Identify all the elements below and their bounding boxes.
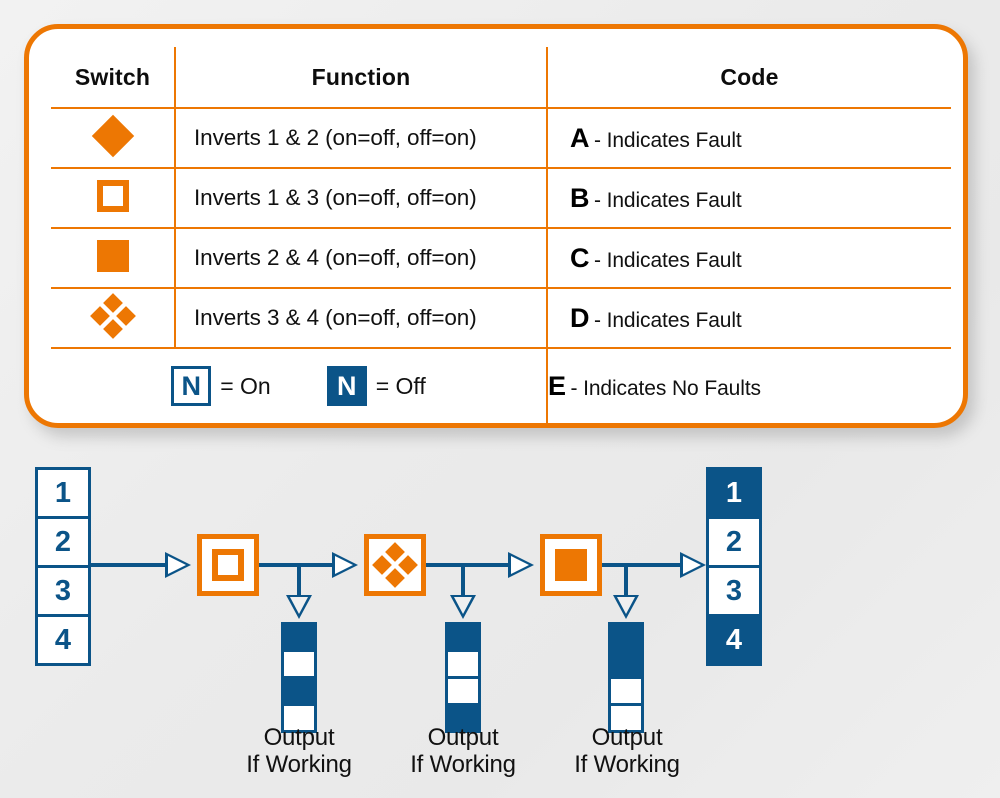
output-switch-4: 4 [706, 614, 762, 666]
output-indicator-1 [281, 622, 317, 733]
header-function: Function [175, 47, 548, 108]
tap-wire-output-1 [297, 563, 301, 597]
output-indicator-2-cell-3 [445, 676, 481, 706]
code-cell: D - Indicates Fault [547, 288, 951, 349]
header-code: Code [720, 63, 779, 90]
hollow-square-icon [96, 179, 129, 212]
wire-gate-3-to-output [602, 563, 692, 567]
output-indicator-3 [608, 622, 644, 733]
switch-function-code-table: Switch Function Code Inverts 1 & 2 (on=o… [51, 47, 951, 423]
code-letter: D [570, 302, 590, 333]
output-label-1: Output If Working [204, 724, 394, 779]
on-off-legend: N = On N = Off [51, 348, 548, 423]
output-indicator-2-cell-2 [445, 649, 481, 679]
legend-on: N = On [171, 366, 271, 406]
function-cell: Inverts 2 & 4 (on=off, off=on) [175, 228, 548, 289]
function-text: Inverts 1 & 2 (on=off, off=on) [194, 125, 477, 150]
function-text: Inverts 3 & 4 (on=off, off=on) [194, 305, 477, 330]
output-indicator-2 [445, 622, 481, 733]
solid-square-icon [555, 549, 587, 581]
gate-solid-square [540, 534, 602, 596]
code-cell: E - Indicates No Faults [547, 348, 951, 423]
legend-on-label: = On [220, 372, 271, 399]
output-label-2-line1: Output [427, 724, 499, 751]
tap-wire-output-2 [461, 563, 465, 597]
code-letter: B [570, 182, 590, 213]
function-cell: Inverts 1 & 2 (on=off, off=on) [175, 107, 548, 169]
table-header-row: Switch Function Code [51, 47, 951, 108]
hollow-square-icon [212, 549, 244, 581]
function-text: Inverts 1 & 3 (on=off, off=on) [194, 185, 477, 210]
output-indicator-3-cell-1 [608, 622, 644, 652]
output-label-3-line2: If Working [574, 751, 680, 779]
switch-off-icon: N [326, 366, 367, 406]
input-switch-2: 2 [35, 516, 91, 568]
output-label-2: Output If Working [368, 724, 558, 779]
code-cell: B - Indicates Fault [547, 168, 951, 229]
gate-hollow-square [197, 534, 259, 596]
switch-symbol-cell [51, 288, 176, 349]
output-indicator-1-cell-2 [281, 649, 317, 679]
output-indicator-1-cell-3 [281, 676, 317, 706]
switch-on-icon: N [171, 366, 212, 406]
code-description: - Indicates Fault [593, 308, 742, 332]
output-label-1-line2: If Working [246, 751, 352, 779]
code-description: - Indicates Fault [593, 248, 742, 272]
output-switch-1: 1 [706, 467, 762, 519]
output-label-3-line1: Output [591, 724, 663, 751]
function-text: Inverts 2 & 4 (on=off, off=on) [194, 245, 477, 270]
solid-diamond-icon [91, 114, 134, 157]
arrow-down-output-1 [286, 595, 312, 619]
diamond-cluster-icon [372, 542, 418, 588]
function-cell: Inverts 1 & 3 (on=off, off=on) [175, 168, 548, 229]
table-row: Inverts 2 & 4 (on=off, off=on) C - Indic… [51, 228, 951, 289]
arrow-down-output-2 [450, 595, 476, 619]
switch-reference-card: Switch Function Code Inverts 1 & 2 (on=o… [24, 24, 968, 428]
output-switch-3: 3 [706, 565, 762, 617]
switch-symbol-cell [51, 168, 176, 229]
table-row: Inverts 1 & 2 (on=off, off=on) A - Indic… [51, 107, 951, 169]
wire-gate-2-to-gate-3 [426, 563, 520, 567]
input-switch-3: 3 [35, 565, 91, 617]
output-label-2-line2: If Working [410, 751, 516, 779]
code-letter: A [570, 122, 590, 153]
output-indicator-3-cell-2 [608, 649, 644, 679]
header-switch: Switch [51, 47, 176, 108]
table-row: Inverts 1 & 3 (on=off, off=on) B - Indic… [51, 168, 951, 229]
gate-diamond-cluster [364, 534, 426, 596]
arrow-into-gate-1 [165, 552, 191, 578]
output-indicator-3-cell-3 [608, 676, 644, 706]
code-cell: C - Indicates Fault [547, 228, 951, 289]
code-letter: E [548, 370, 567, 401]
signal-flow-diagram: 1 2 3 4 1 2 3 4 Output If Working Output… [0, 440, 1000, 798]
switch-symbol-cell [51, 107, 176, 169]
code-description: - Indicates Fault [593, 188, 742, 212]
arrow-into-output-stack [680, 552, 706, 578]
input-switch-stack: 1 2 3 4 [35, 467, 91, 666]
legend-off: N = Off [326, 366, 426, 406]
switch-symbol-cell [51, 228, 176, 289]
arrow-down-output-3 [613, 595, 639, 619]
output-label-3: Output If Working [532, 724, 722, 779]
code-cell: A - Indicates Fault [547, 107, 951, 169]
table-row: Inverts 3 & 4 (on=off, off=on) D - Indic… [51, 288, 951, 349]
code-description: - Indicates Fault [593, 128, 742, 152]
tap-wire-output-3 [624, 563, 628, 597]
input-switch-4: 4 [35, 614, 91, 666]
function-cell: Inverts 3 & 4 (on=off, off=on) [175, 288, 548, 349]
output-indicator-1-cell-1 [281, 622, 317, 652]
code-letter: C [570, 242, 590, 273]
diamond-cluster-icon [89, 292, 136, 339]
output-indicator-2-cell-1 [445, 622, 481, 652]
arrow-into-gate-3 [508, 552, 534, 578]
output-switch-2: 2 [706, 516, 762, 568]
input-switch-1: 1 [35, 467, 91, 519]
output-switch-stack: 1 2 3 4 [706, 467, 762, 666]
legend-off-label: = Off [375, 372, 426, 399]
legend-row: N = On N = Off E - Indicates No Faults [51, 348, 951, 423]
code-description: - Indicates No Faults [570, 376, 761, 400]
arrow-into-gate-2 [332, 552, 358, 578]
output-label-1-line1: Output [263, 724, 335, 751]
solid-square-icon [96, 239, 129, 272]
